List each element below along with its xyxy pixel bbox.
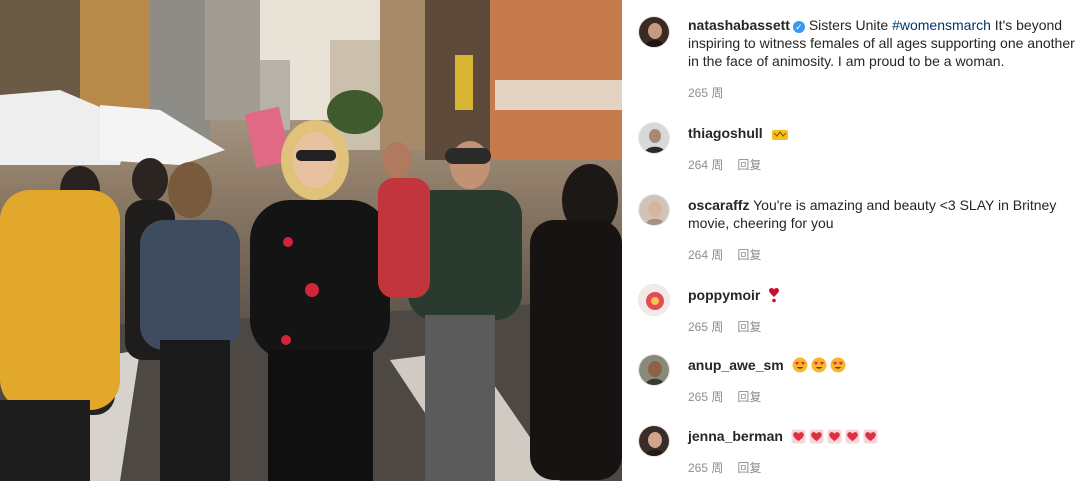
comment-meta: 264 周回复 <box>688 156 775 173</box>
reply-button[interactable]: 回复 <box>737 320 761 334</box>
comment-username[interactable]: oscaraffz <box>688 197 749 213</box>
crown-icon <box>771 127 789 141</box>
reply-button[interactable]: 回复 <box>737 390 761 404</box>
comments-panel: natashabassett ✓ Sisters Unite #womensmar… <box>622 0 1080 481</box>
verified-badge-icon: ✓ <box>792 21 805 33</box>
avatar[interactable] <box>638 194 670 226</box>
avatar[interactable] <box>638 354 670 386</box>
comment-username[interactable]: anup_awe_sm <box>688 357 784 373</box>
red-heart-icon <box>791 429 878 444</box>
avatar[interactable] <box>638 16 670 48</box>
timestamp[interactable]: 264 周 <box>688 248 723 262</box>
reply-button[interactable]: 回复 <box>737 461 761 475</box>
comment-username[interactable]: poppymoir <box>688 287 760 303</box>
reply-button[interactable]: 回复 <box>737 158 761 172</box>
street-march-scene <box>0 0 622 481</box>
comment-meta: 265 周回复 <box>688 459 775 476</box>
heart-eyes-icon <box>792 357 846 373</box>
caption-meta: 265 周 <box>688 84 737 101</box>
timestamp[interactable]: 265 周 <box>688 86 723 100</box>
comment-username[interactable]: thiagoshull <box>688 125 763 141</box>
comment-meta: 265 周回复 <box>688 318 775 335</box>
timestamp[interactable]: 265 周 <box>688 320 723 334</box>
avatar[interactable] <box>638 122 670 154</box>
timestamp[interactable]: 265 周 <box>688 461 723 475</box>
comment-meta: 265 周回复 <box>688 388 775 405</box>
avatar[interactable] <box>638 284 670 316</box>
reply-button[interactable]: 回复 <box>737 248 761 262</box>
caption-text: Sisters Unite <box>808 17 893 33</box>
comment-username[interactable]: jenna_berman <box>688 428 783 444</box>
comment-meta: 264 周回复 <box>688 246 775 263</box>
post-photo[interactable] <box>0 0 622 481</box>
author-username[interactable]: natashabassett <box>688 17 790 33</box>
hashtag-link[interactable]: #womensmarch <box>892 17 991 33</box>
timestamp[interactable]: 264 周 <box>688 158 723 172</box>
avatar[interactable] <box>638 425 670 457</box>
exclamation-heart-icon <box>768 287 780 303</box>
timestamp[interactable]: 265 周 <box>688 390 723 404</box>
